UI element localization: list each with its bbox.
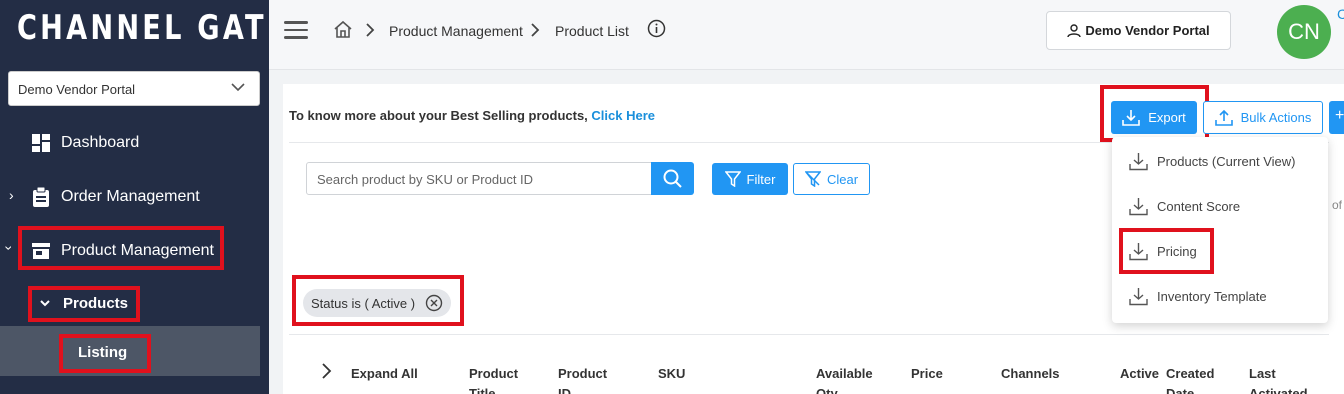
top-bar: Product Management Product List Demo Ven… [269, 0, 1344, 70]
header-price[interactable]: Price [911, 364, 943, 384]
vendor-portal-button[interactable]: Demo Vendor Portal [1046, 11, 1231, 50]
highlight-export [1100, 85, 1209, 142]
export-products-current-view[interactable]: Products (Current View) [1129, 150, 1295, 172]
dashboard-icon [31, 133, 51, 153]
pagination-edge-text: of [1332, 198, 1343, 212]
header-sku[interactable]: SKU [658, 364, 685, 384]
clipboard-icon [31, 187, 51, 207]
highlight-listing [59, 334, 151, 373]
clear-filter-icon [804, 171, 821, 187]
filter-label: Filter [746, 171, 776, 187]
menu-item-label: Content Score [1157, 198, 1241, 214]
breadcrumb-product-list: Product List [555, 23, 629, 39]
menu-item-label: Products (Current View) [1157, 153, 1296, 169]
bulk-actions-button[interactable]: Bulk Actions [1203, 101, 1323, 134]
download-icon [1129, 287, 1148, 305]
app-logo: CHANNEL GATE [17, 8, 289, 48]
vendor-portal-label: Demo Vendor Portal [1085, 23, 1210, 38]
download-icon [1129, 152, 1148, 170]
user-name-edge: C [1337, 6, 1344, 22]
search-icon [663, 169, 682, 188]
filter-icon [724, 171, 741, 187]
portal-select-value: Demo Vendor Portal [18, 82, 136, 97]
upload-icon [1214, 109, 1233, 126]
header-expand-all[interactable]: Expand All [351, 364, 418, 384]
search-input[interactable]: Search product by SKU or Product ID [306, 162, 652, 195]
divider [289, 334, 1329, 335]
add-button[interactable]: + [1329, 101, 1344, 134]
portal-select[interactable]: Demo Vendor Portal [8, 71, 260, 106]
expand-all-chevron-icon[interactable] [320, 362, 332, 380]
header-available-qty[interactable]: Available Qty [816, 364, 873, 394]
header-last-activated[interactable]: Last Activated [1249, 364, 1308, 394]
click-here-link[interactable]: Click Here [591, 108, 655, 123]
home-icon[interactable] [333, 20, 353, 38]
header-channels[interactable]: Channels [1001, 364, 1060, 384]
export-content-score[interactable]: Content Score [1129, 195, 1240, 217]
filter-button[interactable]: Filter [712, 163, 788, 195]
highlight-products [28, 286, 140, 322]
header-active[interactable]: Active [1120, 364, 1159, 384]
bulk-actions-label: Bulk Actions [1240, 110, 1312, 125]
download-icon [1129, 197, 1148, 215]
user-icon [1067, 23, 1082, 37]
sidebar: CHANNEL GATE Demo Vendor Portal Dashboar… [0, 0, 285, 394]
clear-label: Clear [826, 171, 859, 187]
best-selling-hint: To know more about your Best Selling pro… [289, 108, 655, 123]
highlight-product-management [18, 226, 224, 270]
chevron-right-icon [366, 23, 375, 37]
chevron-right-icon [531, 23, 540, 37]
sidebar-item-label: Dashboard [61, 134, 140, 151]
header-created-date[interactable]: Created Date [1166, 364, 1214, 394]
highlight-pricing [1119, 228, 1214, 274]
chevron-down-icon [231, 83, 245, 92]
clear-button[interactable]: Clear [793, 163, 870, 195]
highlight-status-chip [292, 275, 464, 326]
header-product-title[interactable]: Product Title [469, 364, 518, 394]
hamburger-menu-icon[interactable] [284, 21, 308, 39]
breadcrumb-product-management[interactable]: Product Management [389, 23, 523, 39]
sidebar-item-label: Order Management [61, 188, 200, 205]
search-button[interactable] [651, 162, 694, 195]
info-icon[interactable] [647, 19, 666, 38]
header-product-id[interactable]: Product ID [558, 364, 607, 394]
export-dropdown-menu: Products (Current View) Content Score Pr… [1112, 137, 1328, 323]
export-inventory-template[interactable]: Inventory Template [1129, 285, 1267, 307]
sidebar-item-order-management[interactable]: Order Management [0, 184, 269, 210]
sidebar-item-dashboard[interactable]: Dashboard [0, 130, 269, 156]
menu-item-label: Inventory Template [1157, 288, 1267, 304]
hint-text: To know more about your Best Selling pro… [289, 108, 592, 123]
avatar[interactable]: CN [1277, 5, 1331, 59]
